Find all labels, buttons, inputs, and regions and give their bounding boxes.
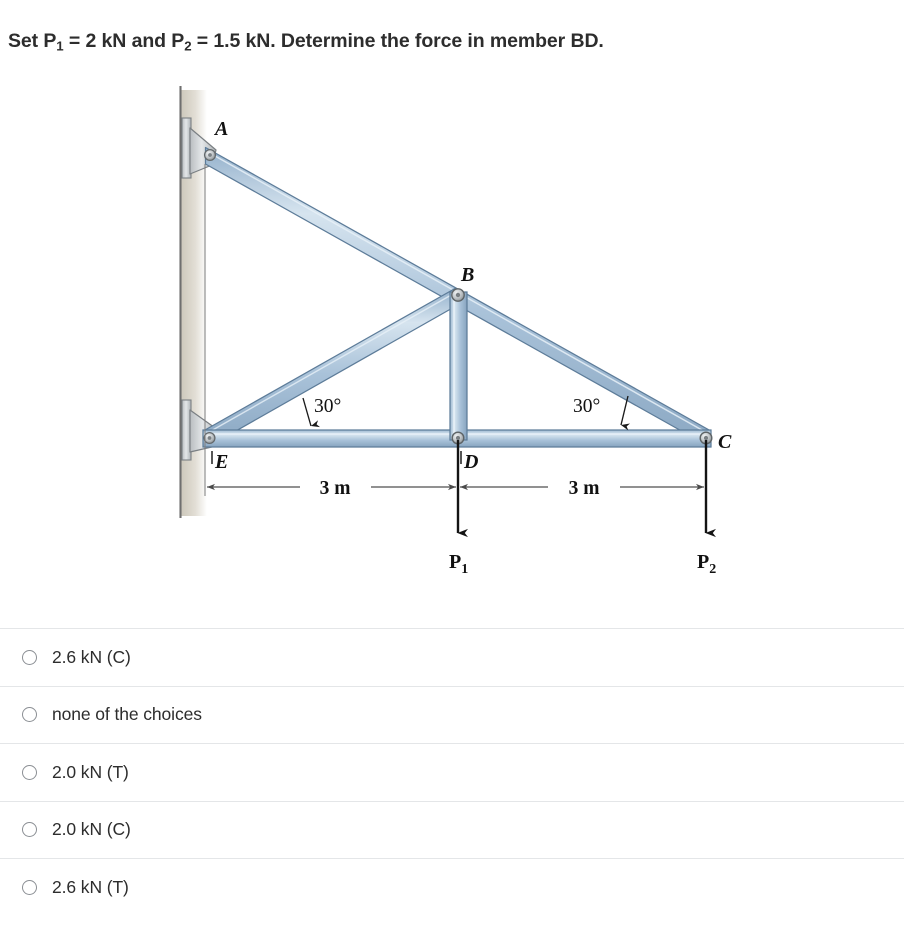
load-label-p1-sub: 1 [461,562,468,577]
question-prompt: Set P1 = 2 kN and P2 = 1.5 kN. Determine… [8,30,888,54]
load-label-p2-base: P [697,551,709,573]
answer-choice-list: 2.6 kN (C) none of the choices 2.0 kN (T… [0,628,904,916]
answer-choice-1-label: 2.6 kN (C) [52,646,131,667]
answer-choice-5-label: 2.6 kN (T) [52,876,129,897]
angle-right-group: 30° [573,395,631,431]
radio-button-icon-5[interactable] [22,879,37,895]
prompt-mid: = 2 kN and P [63,30,185,52]
joint-label-e: E [214,451,228,473]
answer-choice-2-label: none of the choices [52,704,202,725]
load-label-p1-base: P [449,551,461,573]
joint-label-d: D [463,451,478,473]
svg-text:P1: P1 [449,551,468,577]
dim-label-left: 3 m [320,478,351,499]
pin-joint-e [203,431,216,445]
radio-button-icon-3[interactable] [22,764,37,780]
angle-label-right: 30° [573,396,600,417]
prompt-sub-1: 1 [56,38,64,54]
load-label-p2: P2 [697,551,716,577]
answer-choice-4[interactable]: 2.0 kN (C) [0,800,904,859]
dim-label-right: 3 m [569,478,600,499]
svg-text:P2: P2 [697,551,716,577]
pin-joint-b [451,288,465,302]
joint-label-c: C [718,431,732,453]
joint-label-b: B [460,264,474,286]
radio-button-icon-2[interactable] [22,707,37,723]
angle-left-group: 30° [302,396,341,428]
radio-button-icon-1[interactable] [22,649,37,665]
answer-choice-3[interactable]: 2.0 kN (T) [0,743,904,801]
answer-choice-1[interactable]: 2.6 kN (C) [0,628,904,686]
answer-choice-2[interactable]: none of the choices [0,685,904,744]
answer-choice-4-label: 2.0 kN (C) [52,819,131,840]
prompt-lead: Set P [8,30,57,52]
load-label-p2-sub: 2 [709,562,716,577]
answer-choice-5[interactable]: 2.6 kN (T) [0,858,904,916]
member-eb [204,287,464,445]
truss-figure: A B C D E 30° 30° 3 m 3 m P1 P2 [0,78,904,598]
member-bd [449,291,468,441]
question-page: Set P1 = 2 kN and P2 = 1.5 kN. Determine… [0,0,904,926]
load-label-p1: P1 [449,551,468,577]
joint-label-a: A [213,118,228,140]
pin-joint-a [203,148,217,162]
prompt-tail: = 1.5 kN. Determine the force in member … [191,30,604,52]
answer-choice-3-label: 2.0 kN (T) [52,761,129,782]
radio-button-icon-4[interactable] [22,822,37,838]
angle-label-left: 30° [314,396,341,417]
